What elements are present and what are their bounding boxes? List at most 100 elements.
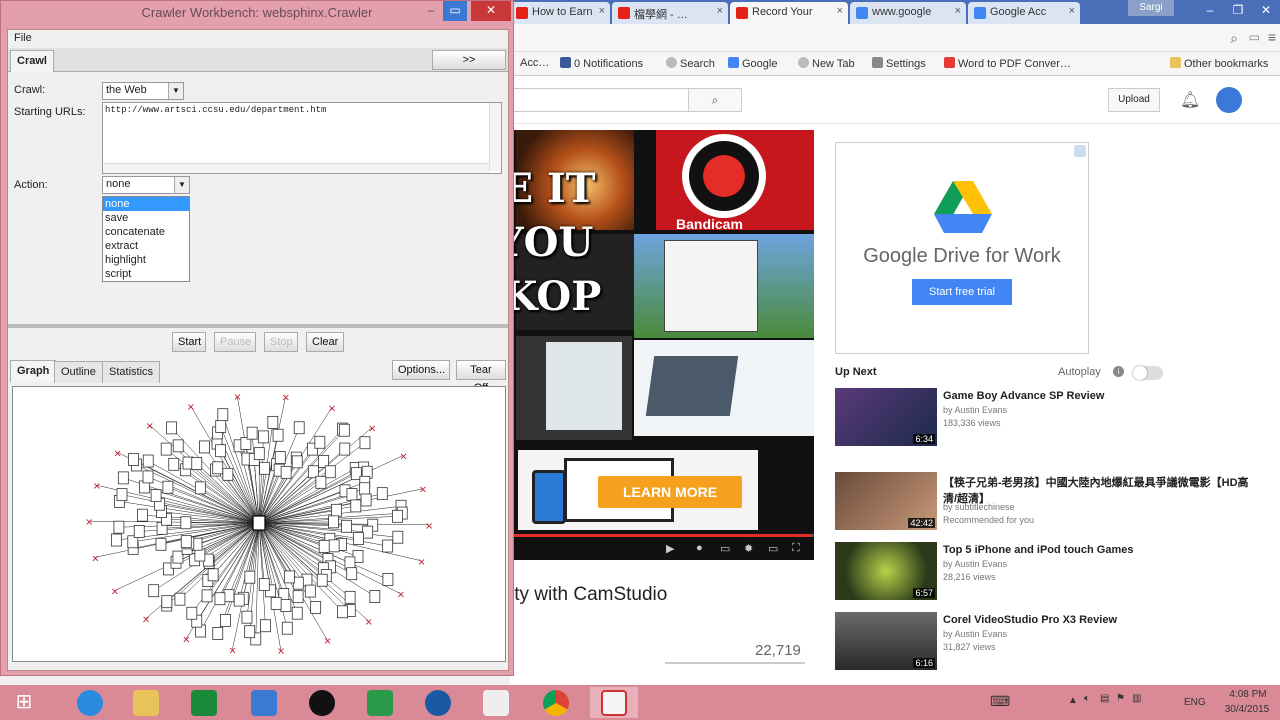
close-icon[interactable]: × [717,5,723,17]
advanced-button[interactable]: >> Advanced [432,50,506,84]
bell-icon[interactable]: 🔔︎ [1180,90,1200,110]
window-icon[interactable] [472,687,520,718]
search-button[interactable]: ⌕ [688,88,742,112]
bookmark[interactable]: New Tab [798,57,855,70]
recommended-video[interactable]: 6:34 Game Boy Advance SP Review by Austi… [835,388,1255,448]
tab-outline[interactable]: Outline [54,361,103,383]
network-icon[interactable]: ▤ [1100,693,1109,704]
volume-icon[interactable]: 🔈︎ [1084,693,1090,704]
subtitles-icon[interactable]: ● [696,542,703,554]
bookmark[interactable]: Word to PDF Conver… [944,57,1071,70]
learn-more-button[interactable]: LEARN MORE [598,476,742,508]
crawl-select[interactable]: the Web ▼ [102,82,184,100]
avatar[interactable] [1216,87,1242,113]
battery-icon[interactable]: ▥ [1132,693,1141,704]
recommended-video[interactable]: 42:42 【筷子兄弟-老男孩】中國大陸內地爆紅最具爭議微電影【HD高清/超清】… [835,472,1255,532]
scrollbar[interactable] [489,103,501,171]
search-icon[interactable]: ⌕ [1230,30,1238,47]
app-icon[interactable] [240,687,288,718]
browser-tab-active[interactable]: Record Your × [730,2,848,24]
page-node-icon [215,420,227,433]
bookmark-folder[interactable]: Other bookmarks [1170,57,1268,70]
dropdown-option[interactable]: none [103,197,189,211]
minimize-icon[interactable]: – [1196,0,1224,20]
media-icon[interactable] [298,687,346,718]
restore-icon[interactable]: ❐ [1224,0,1252,20]
starting-urls-textarea[interactable]: http://www.artsci.ccsu.edu/department.ht… [102,102,502,174]
menu-icon[interactable]: ≡ [1268,29,1276,45]
fullscreen-icon[interactable]: ⛶ [792,542,800,555]
stop-button[interactable]: Stop [264,332,298,352]
info-icon[interactable]: i [1113,366,1124,377]
scrollbar[interactable] [103,163,489,173]
bookmark[interactable]: Search [666,57,715,70]
captions-icon[interactable]: ▭ [720,542,730,555]
crawl-graph-canvas[interactable]: × × × × × × × × × × × × × × × × × × × × × × [13,387,505,661]
clock-time[interactable]: 4:08 PM [1222,689,1274,700]
upload-button[interactable]: Upload [1108,88,1160,112]
dropdown-option[interactable]: concatenate [103,225,189,239]
dropdown-option[interactable]: extract [103,239,189,253]
browser-tab[interactable]: www.google × [850,2,966,24]
bookmark[interactable]: 0 Notifications [560,57,643,70]
recommended-video[interactable]: 6:57 Top 5 iPhone and iPod touch Games b… [835,542,1255,602]
theater-icon[interactable]: ▭ [768,542,778,555]
video-title[interactable]: Top 5 iPhone and iPod touch Games [943,544,1253,556]
excel-icon[interactable] [356,687,404,718]
minimize-icon[interactable]: – [417,1,445,21]
dropdown-option[interactable]: script [103,267,189,281]
tab-statistics[interactable]: Statistics [102,361,161,383]
close-icon[interactable]: × [837,5,843,17]
gear-icon[interactable]: ✹ [744,542,753,555]
keyboard-icon[interactable]: ⌨︎ [990,693,1010,710]
tear-off-button[interactable]: Tear Off [456,360,506,394]
video-title[interactable]: Corel VideoStudio Pro X3 Review [943,614,1253,626]
folder-icon[interactable] [122,687,170,718]
autoplay-toggle[interactable] [1133,366,1163,380]
video-progress-bar[interactable] [510,534,814,537]
user-badge[interactable]: Sargi [1128,0,1174,16]
browser-tab[interactable]: How to Earn × [510,2,610,24]
split-pane-divider[interactable] [8,324,508,328]
close-icon[interactable]: × [599,5,605,17]
ad-choices-icon[interactable] [1074,145,1086,157]
ad-box[interactable]: Google Drive for Work Start free trial [835,142,1089,354]
close-icon[interactable]: ✕ [1252,0,1280,20]
dropdown-option[interactable]: save [103,211,189,225]
browser-tab[interactable]: 檔學網 - … × [612,2,728,24]
start-free-trial-button[interactable]: Start free trial [912,279,1012,305]
crawl-graph[interactable]: × × × × × × × × × × × × × × × × × × × × × × [12,386,506,662]
page-icon[interactable]: ▭ [1249,30,1260,44]
close-icon[interactable]: × [955,5,961,17]
maximize-icon[interactable]: ▭ [443,1,467,21]
bookmark[interactable]: Google [728,57,777,70]
language-indicator[interactable]: ENG [1184,697,1206,708]
pause-button[interactable]: Pause [214,332,256,352]
start-button[interactable]: Start [172,332,206,352]
chrome-icon[interactable] [532,687,580,718]
close-icon[interactable]: × [1069,5,1075,17]
video-title[interactable]: Game Boy Advance SP Review [943,390,1253,402]
menu-file[interactable]: File [14,32,32,44]
play-icon[interactable]: ▶ [666,542,674,555]
flag-icon[interactable]: ⚑ [1116,693,1125,704]
java-icon[interactable] [590,687,638,718]
bookmark[interactable]: Acc… [520,57,549,69]
browser-tab[interactable]: Google Acc × [968,2,1080,24]
search-input[interactable] [510,88,688,112]
recommended-video[interactable]: 6:16 Corel VideoStudio Pro X3 Review by … [835,612,1255,672]
tab-crawl[interactable]: Crawl [10,50,54,72]
action-select[interactable]: none ▼ [102,176,190,194]
chevron-up-icon[interactable]: ▲ [1068,695,1078,706]
dropdown-option[interactable]: highlight [103,253,189,267]
options-button[interactable]: Options... [392,360,450,380]
clock-date[interactable]: 30/4/2015 [1218,704,1276,715]
globe-icon[interactable] [414,687,462,718]
clear-button[interactable]: Clear [306,332,344,352]
close-icon[interactable]: ✕ [471,1,511,21]
bookmark[interactable]: Settings [872,57,926,70]
spreadsheet-icon[interactable] [180,687,228,718]
ie-icon[interactable] [66,687,114,718]
start-icon[interactable]: ⊞ [0,687,48,718]
tab-graph[interactable]: Graph [10,360,57,382]
